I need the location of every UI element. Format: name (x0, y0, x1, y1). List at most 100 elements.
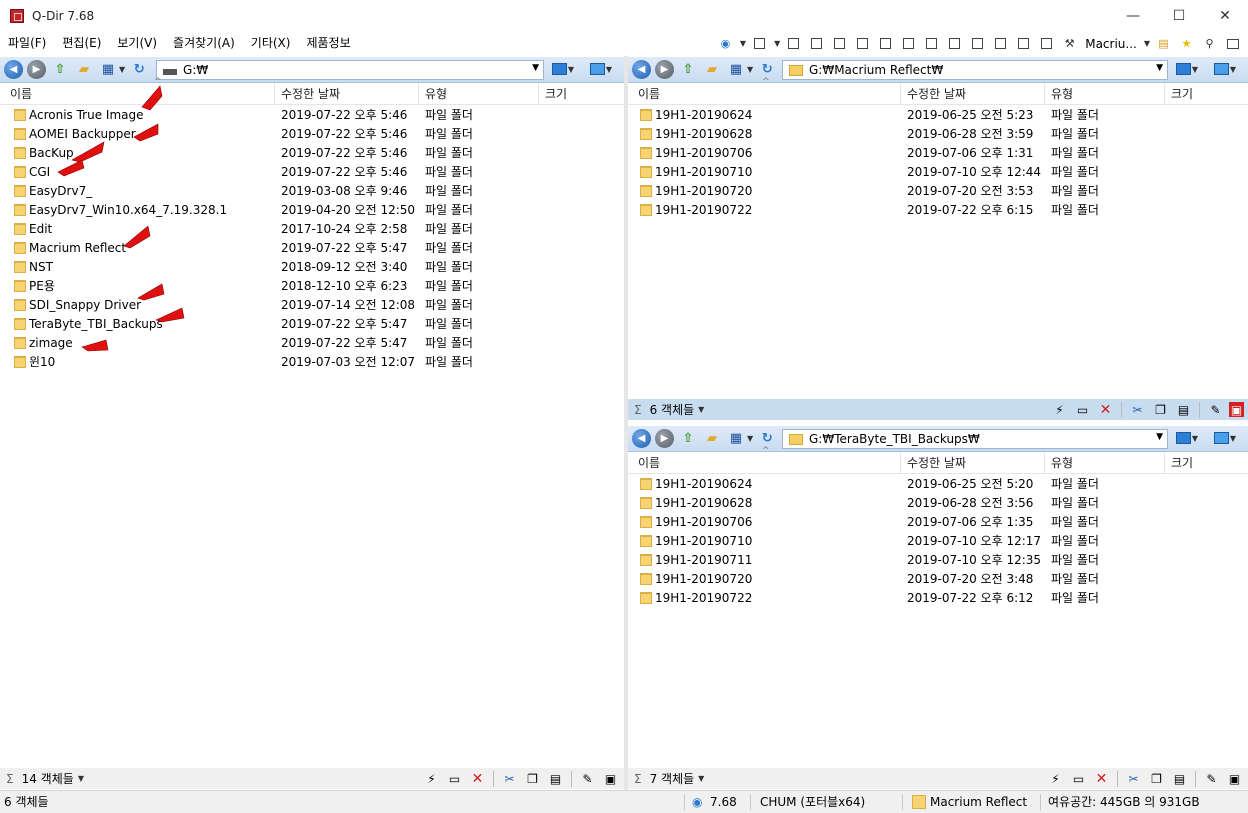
refresh-icon[interactable]: ↻ (129, 60, 149, 80)
view-mode-icon[interactable]: ▦ (98, 60, 118, 80)
new-folder-icon[interactable]: ▰ (702, 60, 722, 80)
list-item[interactable]: EasyDrv7_Win10.x64_7.19.328.1 2019-04-20 … (0, 201, 624, 220)
layout-window-icon[interactable] (1223, 34, 1242, 53)
list-item[interactable]: NST 2018-09-12 오전 3:40 파일 폴더 (0, 258, 624, 277)
copy-icon[interactable]: ❐ (1151, 400, 1170, 419)
delete-icon[interactable]: ✕ (1096, 400, 1115, 419)
properties-icon[interactable]: ✎ (1206, 400, 1225, 419)
layout-12-icon[interactable] (1037, 34, 1056, 53)
list-item[interactable]: Macrium Reflect 2019-07-22 오후 5:47 파일 폴더 (0, 239, 624, 258)
menu-extras[interactable]: 기타(X) (243, 31, 299, 56)
tools-icon[interactable]: ⚒ (1060, 34, 1079, 53)
menu-favorites[interactable]: 즐겨찾기(A) (165, 31, 243, 56)
close-button[interactable]: ✕ (1202, 0, 1248, 31)
chevron-down-icon[interactable]: ▼ (1156, 432, 1163, 442)
paste-icon[interactable]: ▤ (546, 769, 565, 788)
cut-icon[interactable]: ✂ (500, 769, 519, 788)
lightning-icon[interactable]: ⚡ (1046, 769, 1065, 788)
column-type[interactable]: 유형 (1044, 452, 1164, 474)
monitor-icon-2[interactable]: ▼ (1214, 61, 1236, 77)
star-icon[interactable]: ★ (1177, 34, 1196, 53)
delete-icon[interactable]: ✕ (1092, 769, 1111, 788)
pane-options-icon[interactable]: ▣ (601, 769, 620, 788)
view-mode-icon[interactable]: ▦ (726, 429, 746, 449)
copy-icon[interactable]: ❐ (1147, 769, 1166, 788)
menu-view[interactable]: 보기(V) (109, 31, 165, 56)
column-modified[interactable]: 수정한 날짜 (900, 83, 1044, 105)
layout-grid-icon[interactable] (750, 34, 769, 53)
list-item[interactable]: AOMEI Backupper 2019-07-22 오후 5:46 파일 폴더 (0, 125, 624, 144)
list-item[interactable]: 19H1-20190624 2019-06-25 오전 5:23 파일 폴더 (628, 106, 1248, 125)
address-bar[interactable]: G:₩ ▼ (156, 60, 544, 80)
delete-icon[interactable]: ✕ (468, 769, 487, 788)
layout-2-icon[interactable] (807, 34, 826, 53)
new-folder-icon[interactable]: ▰ (74, 60, 94, 80)
column-type[interactable]: 유형 (418, 83, 538, 105)
paste-icon[interactable]: ▤ (1170, 769, 1189, 788)
address-bar[interactable]: G:₩TeraByte_TBI_Backups₩ ▼ (782, 429, 1168, 449)
layout-11-icon[interactable] (1014, 34, 1033, 53)
column-size[interactable]: 크기 (538, 83, 618, 105)
list-item[interactable]: 19H1-20190722 2019-07-22 오후 6:15 파일 폴더 (628, 201, 1248, 220)
list-item[interactable]: 19H1-20190722 2019-07-22 오후 6:12 파일 폴더 (628, 589, 1248, 608)
list-item[interactable]: CGI 2019-07-22 오후 5:46 파일 폴더 (0, 163, 624, 182)
column-size[interactable]: 크기 (1164, 83, 1244, 105)
column-modified[interactable]: 수정한 날짜 (900, 452, 1044, 474)
column-modified[interactable]: 수정한 날짜 (274, 83, 416, 105)
rename-icon[interactable]: ▭ (445, 769, 464, 788)
properties-icon[interactable]: ✎ (1202, 769, 1221, 788)
list-item[interactable]: 19H1-20190706 2019-07-06 오후 1:35 파일 폴더 (628, 513, 1248, 532)
chevron-down-icon[interactable]: ▼ (1156, 63, 1163, 73)
layout-8-icon[interactable] (945, 34, 964, 53)
list-item[interactable]: PE용 2018-12-10 오후 6:23 파일 폴더 (0, 277, 624, 296)
lightning-icon[interactable]: ⚡ (1050, 400, 1069, 419)
monitor-icon-2[interactable]: ▼ (590, 61, 612, 77)
forward-icon[interactable]: ▶ (655, 60, 674, 79)
back-icon[interactable]: ◀ (632, 429, 651, 448)
address-bar[interactable]: G:₩Macrium Reflect₩ ▼ (782, 60, 1168, 80)
properties-icon[interactable]: ✎ (578, 769, 597, 788)
up-folder-icon[interactable]: ⇧ (678, 429, 698, 449)
monitor-icon[interactable]: ▼ (1176, 61, 1198, 77)
layout-5-icon[interactable] (876, 34, 895, 53)
back-icon[interactable]: ◀ (4, 60, 23, 79)
column-type[interactable]: 유형 (1044, 83, 1164, 105)
list-item[interactable]: 19H1-20190628 2019-06-28 오전 3:56 파일 폴더 (628, 494, 1248, 513)
list-item[interactable]: 19H1-20190628 2019-06-28 오전 3:59 파일 폴더 (628, 125, 1248, 144)
rename-icon[interactable]: ▭ (1069, 769, 1088, 788)
list-item[interactable]: 19H1-20190710 2019-07-10 오후 12:17 파일 폴더 (628, 532, 1248, 551)
menu-edit[interactable]: 편집(E) (54, 31, 109, 56)
list-item[interactable]: EasyDrv7_ 2019-03-08 오후 9:46 파일 폴더 (0, 182, 624, 201)
up-folder-icon[interactable]: ⇧ (678, 60, 698, 80)
monitor-icon[interactable]: ▼ (1176, 430, 1198, 446)
list-item[interactable]: 19H1-20190711 2019-07-10 오후 12:35 파일 폴더 (628, 551, 1248, 570)
layout-3-icon[interactable] (830, 34, 849, 53)
list-item[interactable]: zimage 2019-07-22 오후 5:47 파일 폴더 (0, 334, 624, 353)
list-item[interactable]: 19H1-20190720 2019-07-20 오전 3:48 파일 폴더 (628, 570, 1248, 589)
copy-icon[interactable]: ❐ (523, 769, 542, 788)
paste-icon[interactable]: ▤ (1174, 400, 1193, 419)
list-item[interactable]: Acronis True Image 2019-07-22 오후 5:46 파일 폴… (0, 106, 624, 125)
list-item[interactable]: 19H1-20190710 2019-07-10 오후 12:44 파일 폴더 (628, 163, 1248, 182)
menu-file[interactable]: 파일(F) (0, 31, 54, 56)
layout-4-icon[interactable] (853, 34, 872, 53)
list-item[interactable]: TeraByte_TBI_Backups 2019-07-22 오후 5:47 파일… (0, 315, 624, 334)
monitor-icon-2[interactable]: ▼ (1214, 430, 1236, 446)
list-item[interactable]: 19H1-20190706 2019-07-06 오후 1:31 파일 폴더 (628, 144, 1248, 163)
printer-icon[interactable]: ▤ (1154, 34, 1173, 53)
layout-6-icon[interactable] (899, 34, 918, 53)
layout-9-icon[interactable] (968, 34, 987, 53)
list-item[interactable]: 윈10 2019-07-03 오전 12:07 파일 폴더 (0, 353, 624, 372)
favorite-folder-button[interactable]: Macriu... (1083, 37, 1139, 51)
maximize-button[interactable]: ☐ (1156, 0, 1202, 31)
back-icon[interactable]: ◀ (632, 60, 651, 79)
column-size[interactable]: 크기 (1164, 452, 1244, 474)
list-item[interactable]: 19H1-20190624 2019-06-25 오전 5:20 파일 폴더 (628, 475, 1248, 494)
cut-icon[interactable]: ✂ (1124, 769, 1143, 788)
view-mode-icon[interactable]: ▦ (726, 60, 746, 80)
minimize-button[interactable]: — (1110, 0, 1156, 31)
up-folder-icon[interactable]: ⇧ (50, 60, 70, 80)
monitor-icon[interactable]: ▼ (552, 61, 574, 77)
layout-10-icon[interactable] (991, 34, 1010, 53)
list-item[interactable]: SDI_Snappy Driver 2019-07-14 오전 12:08 파일 폴… (0, 296, 624, 315)
